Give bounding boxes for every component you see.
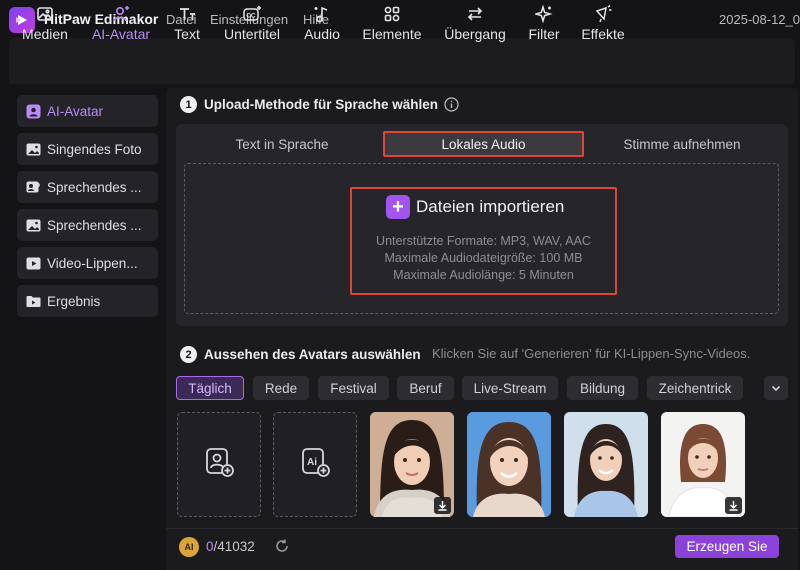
category-chip-beruf[interactable]: Beruf	[397, 376, 454, 400]
text-icon	[174, 2, 200, 26]
tab-text-in-sprache[interactable]: Text in Sprache	[184, 131, 380, 157]
tool-elemente[interactable]: Elemente	[360, 2, 424, 46]
tool-filter[interactable]: Filter	[526, 2, 562, 46]
tool-uebergang[interactable]: Übergang	[440, 2, 510, 46]
sidebar-item-ai-avatar[interactable]: AI-Avatar	[17, 95, 158, 127]
info-icon[interactable]	[444, 97, 459, 112]
folder-icon	[25, 293, 41, 309]
category-chip-festival[interactable]: Festival	[318, 376, 389, 400]
refresh-icon[interactable]	[273, 537, 291, 555]
avatar-portrait-2	[467, 412, 551, 517]
avatar-card-1[interactable]	[370, 412, 454, 517]
sparkle-icon	[531, 2, 557, 26]
category-chip-live-stream[interactable]: Live-Stream	[462, 376, 558, 400]
category-chip-bildung[interactable]: Bildung	[567, 376, 638, 400]
plus-icon: +	[386, 195, 410, 219]
sidebar-item-sprechendes-2[interactable]: Sprechendes ...	[17, 209, 158, 241]
tool-untertitel[interactable]: CC Untertitel	[218, 2, 286, 46]
tab-stimme-aufnehmen[interactable]: Stimme aufnehmen	[584, 131, 780, 157]
upload-method-title: 1 Upload-Methode für Sprache wählen	[180, 96, 459, 113]
elements-icon	[379, 2, 405, 26]
video-icon	[25, 255, 41, 271]
transition-icon	[462, 2, 488, 26]
tool-audio[interactable]: Audio	[300, 2, 344, 46]
ai-credits-coin-icon: AI	[179, 537, 199, 557]
tool-text[interactable]: Text	[168, 2, 206, 46]
create-ai-avatar-card[interactable]: Ai	[273, 412, 357, 517]
download-icon[interactable]	[725, 497, 742, 514]
supported-formats-text: Unterstützte Formate: MP3, WAV, AAC	[376, 234, 591, 248]
add-ai-avatar-icon: Ai	[298, 445, 332, 484]
avatar-card-4[interactable]	[661, 412, 745, 517]
effects-icon	[590, 2, 616, 26]
max-length-text: Maximale Audiolänge: 5 Minuten	[393, 268, 574, 282]
upload-photo-avatar-card[interactable]	[177, 412, 261, 517]
step-number: 2	[180, 346, 197, 363]
sidebar-item-ergebnis[interactable]: Ergebnis	[17, 285, 158, 317]
import-files-button[interactable]: + Dateien importieren	[386, 195, 564, 219]
tool-effekte[interactable]: Effekte	[578, 2, 628, 46]
svg-text:Ai: Ai	[307, 457, 317, 468]
image-icon	[25, 217, 41, 233]
add-photo-avatar-icon	[202, 445, 236, 484]
category-chip-taeglich[interactable]: Täglich	[176, 376, 244, 400]
avatar-portrait-3	[564, 412, 648, 517]
project-date: 2025-08-12_0	[719, 12, 800, 27]
generate-button[interactable]: Erzeugen Sie	[675, 535, 779, 558]
tool-medien[interactable]: Medien	[18, 2, 72, 46]
sidebar-item-video-lippen[interactable]: Video-Lippen...	[17, 247, 158, 279]
max-file-size-text: Maximale Audiodateigröße: 100 MB	[384, 251, 583, 265]
chevron-down-icon[interactable]	[764, 376, 788, 400]
sidebar-item-sprechendes-1[interactable]: Sprechendes ...	[17, 171, 158, 203]
category-chip-rede[interactable]: Rede	[253, 376, 309, 400]
credits-counter: 0/41032	[206, 539, 255, 554]
sidebar-item-singendes-foto[interactable]: Singendes Foto	[17, 133, 158, 165]
download-icon[interactable]	[434, 497, 451, 514]
music-note-icon	[309, 2, 335, 26]
talking-image-icon	[25, 179, 41, 195]
svg-text:CC: CC	[246, 13, 256, 20]
image-icon	[32, 2, 58, 26]
avatar-card-3[interactable]	[564, 412, 648, 517]
subtitle-icon: CC	[239, 2, 265, 26]
avatar-appearance-title: 2 Aussehen des Avatars auswählen	[180, 346, 421, 363]
tab-lokales-audio[interactable]: Lokales Audio	[383, 131, 584, 157]
category-chip-zeichentrick[interactable]: Zeichentrick	[647, 376, 743, 400]
avatar-card-2[interactable]	[467, 412, 551, 517]
avatar-icon	[108, 2, 134, 26]
step-number: 1	[180, 96, 197, 113]
image-icon	[25, 141, 41, 157]
generate-hint-text: Klicken Sie auf 'Generieren' für KI-Lipp…	[432, 346, 751, 361]
tool-ai-avatar[interactable]: AI-Avatar	[86, 2, 156, 46]
avatar-icon	[25, 103, 41, 119]
